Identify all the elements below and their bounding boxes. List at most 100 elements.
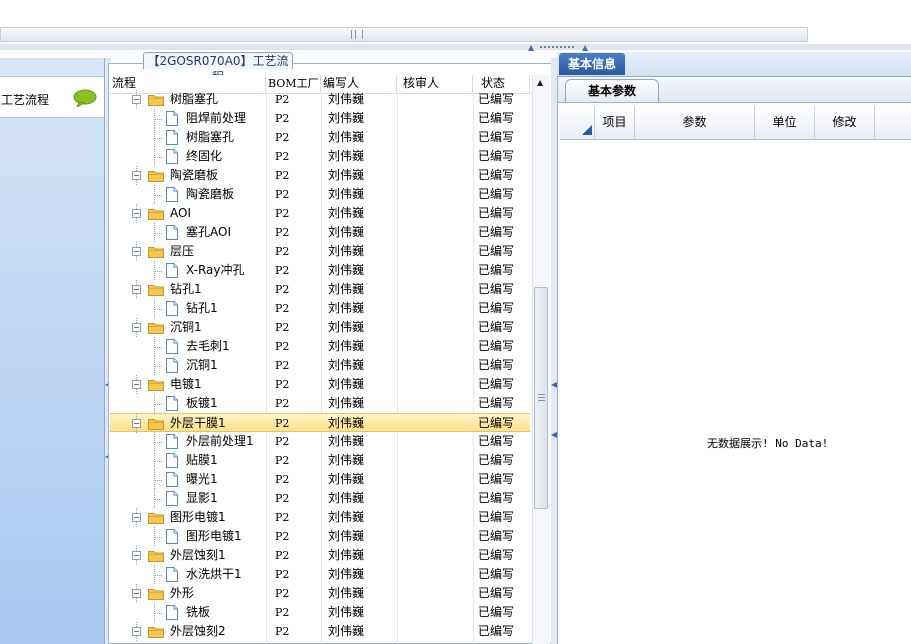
bom-factory: P2 bbox=[275, 435, 290, 448]
document-icon bbox=[166, 130, 178, 145]
collapse-node-icon[interactable]: − bbox=[132, 513, 141, 522]
tree-node-folder[interactable]: − 外层蚀刻2 P2 刘伟巍 已编写 bbox=[110, 622, 530, 641]
collapse-node-icon[interactable]: − bbox=[132, 627, 141, 636]
status-text: 已编写 bbox=[478, 358, 515, 372]
tree-node-folder[interactable]: − 层压 P2 刘伟巍 已编写 bbox=[110, 242, 530, 261]
tab-basic-info[interactable]: 基本信息 bbox=[559, 53, 625, 75]
folder-icon bbox=[148, 95, 164, 106]
writer-name: 刘伟巍 bbox=[328, 358, 365, 372]
tree-node-step[interactable]: 沉铜1 P2 刘伟巍 已编写 bbox=[110, 356, 530, 375]
step-name: 树脂塞孔 bbox=[186, 130, 235, 144]
tree-node-folder[interactable]: − 钻孔1 P2 刘伟巍 已编写 bbox=[110, 280, 530, 299]
folder-icon bbox=[148, 419, 164, 430]
tree-connector bbox=[154, 499, 162, 500]
writer-name: 刘伟巍 bbox=[328, 453, 365, 467]
status-text: 已编写 bbox=[478, 320, 515, 334]
tree-connector bbox=[154, 366, 162, 367]
grid-column-unit[interactable]: 单位 bbox=[755, 106, 815, 139]
tree-node-step[interactable]: 板镀1 P2 刘伟巍 已编写 bbox=[110, 394, 530, 413]
collapse-node-icon[interactable]: − bbox=[132, 209, 141, 218]
top-splitter[interactable]: ▲ ▲ bbox=[0, 44, 911, 52]
status-text: 已编写 bbox=[478, 92, 515, 106]
step-name: 终固化 bbox=[186, 149, 223, 163]
bom-factory: P2 bbox=[275, 530, 290, 543]
tree-node-step[interactable]: 曝光1 P2 刘伟巍 已编写 bbox=[110, 470, 530, 489]
document-icon bbox=[166, 529, 178, 544]
step-name: X-Ray冲孔 bbox=[186, 263, 245, 277]
step-name: 图形电镀1 bbox=[186, 529, 242, 543]
tree-node-step[interactable]: 贴膜1 P2 刘伟巍 已编写 bbox=[110, 451, 530, 470]
tree-node-folder[interactable]: − 树脂塞孔 P2 刘伟巍 已编写 bbox=[110, 90, 530, 109]
grid-column-param[interactable]: 参数 bbox=[635, 106, 755, 139]
writer-name: 刘伟巍 bbox=[328, 111, 365, 125]
tree-connector bbox=[154, 157, 162, 158]
scrollbar-thumb[interactable] bbox=[534, 287, 548, 509]
document-icon bbox=[166, 149, 178, 164]
writer-name: 刘伟巍 bbox=[328, 434, 365, 448]
tree-node-step[interactable]: 去毛刺1 P2 刘伟巍 已编写 bbox=[110, 337, 530, 356]
tree-node-folder[interactable]: − AOI P2 刘伟巍 已编写 bbox=[110, 204, 530, 223]
tree-connector bbox=[154, 575, 162, 576]
scroll-up-icon[interactable]: ▲ bbox=[537, 78, 543, 87]
collapse-up-icon[interactable]: ▲ bbox=[582, 44, 588, 52]
tree-node-step[interactable]: 水洗烘干1 P2 刘伟巍 已编写 bbox=[110, 565, 530, 584]
params-grid-header: 项目 参数 单位 修改 bbox=[560, 106, 911, 140]
writer-name: 刘伟巍 bbox=[328, 320, 365, 334]
status-text: 已编写 bbox=[478, 206, 515, 220]
bom-factory: P2 bbox=[275, 283, 290, 296]
corner-triangle-icon bbox=[582, 125, 592, 135]
collapse-node-icon[interactable]: − bbox=[132, 419, 141, 428]
writer-name: 刘伟巍 bbox=[328, 282, 365, 296]
collapse-node-icon[interactable]: − bbox=[132, 551, 141, 560]
document-icon bbox=[166, 358, 178, 373]
tree-node-step[interactable]: 钻孔1 P2 刘伟巍 已编写 bbox=[110, 299, 530, 318]
writer-name: 刘伟巍 bbox=[328, 416, 365, 430]
status-text: 已编写 bbox=[478, 510, 515, 524]
tree-node-step[interactable]: 陶瓷磨板 P2 刘伟巍 已编写 bbox=[110, 185, 530, 204]
tree-node-folder[interactable]: − 陶瓷磨板 P2 刘伟巍 已编写 bbox=[110, 166, 530, 185]
tab-basic-params[interactable]: 基本参数 bbox=[565, 79, 659, 102]
collapse-node-icon[interactable]: − bbox=[132, 589, 141, 598]
status-text: 已编写 bbox=[478, 282, 515, 296]
tree-node-step[interactable]: 阻焊前处理 P2 刘伟巍 已编写 bbox=[110, 109, 530, 128]
scrollbar-grip-icon[interactable] bbox=[351, 30, 363, 39]
collapse-up-icon[interactable]: ▲ bbox=[528, 44, 534, 52]
collapse-node-icon[interactable]: − bbox=[132, 285, 141, 294]
horizontal-scrollbar[interactable] bbox=[0, 27, 808, 42]
collapse-node-icon[interactable]: − bbox=[132, 380, 141, 389]
collapse-node-icon[interactable]: − bbox=[132, 95, 141, 104]
tree-node-folder[interactable]: − 外形 P2 刘伟巍 已编写 bbox=[110, 584, 530, 603]
status-text: 已编写 bbox=[478, 149, 515, 163]
tree-node-step[interactable]: 塞孔AOI P2 刘伟巍 已编写 bbox=[110, 223, 530, 242]
bom-factory: P2 bbox=[275, 587, 290, 600]
tree-node-step[interactable]: 显影1 P2 刘伟巍 已编写 bbox=[110, 489, 530, 508]
chat-bubble-icon[interactable] bbox=[73, 89, 97, 107]
tree-node-step[interactable]: 图形电镀1 P2 刘伟巍 已编写 bbox=[110, 527, 530, 546]
collapse-node-icon[interactable]: − bbox=[132, 247, 141, 256]
tree-node-step[interactable]: 树脂塞孔 P2 刘伟巍 已编写 bbox=[110, 128, 530, 147]
folder-icon bbox=[148, 627, 164, 638]
tree-vertical-scrollbar[interactable]: ▲ bbox=[532, 75, 550, 644]
tree-node-folder[interactable]: − 外层蚀刻1 P2 刘伟巍 已编写 bbox=[110, 546, 530, 565]
tree-node-step[interactable]: 外层前处理1 P2 刘伟巍 已编写 bbox=[110, 432, 530, 451]
bom-factory: P2 bbox=[275, 359, 290, 372]
tree-node-step[interactable]: 终固化 P2 刘伟巍 已编写 bbox=[110, 147, 530, 166]
splitter-grip-icon[interactable] bbox=[540, 46, 574, 50]
document-icon bbox=[166, 225, 178, 240]
tree-node-folder[interactable]: − 沉铜1 P2 刘伟巍 已编写 bbox=[110, 318, 530, 337]
folder-icon bbox=[148, 323, 164, 334]
tree-node-step[interactable]: 铣板 P2 刘伟巍 已编写 bbox=[110, 603, 530, 622]
tree-node-folder[interactable]: − 电镀1 P2 刘伟巍 已编写 bbox=[110, 375, 530, 394]
grid-corner[interactable] bbox=[560, 106, 595, 139]
bom-factory: P2 bbox=[275, 131, 290, 144]
tree-node-folder[interactable]: − 外层干膜1 P2 刘伟巍 已编写 bbox=[110, 413, 530, 433]
grid-column-item[interactable]: 项目 bbox=[595, 106, 635, 139]
collapse-node-icon[interactable]: − bbox=[132, 323, 141, 332]
status-text: 已编写 bbox=[478, 453, 515, 467]
tree-node-folder[interactable]: − 图形电镀1 P2 刘伟巍 已编写 bbox=[110, 508, 530, 527]
tree-panel-title: 【2GOSR070A0】工艺流程 bbox=[143, 52, 293, 84]
tree-node-step[interactable]: X-Ray冲孔 P2 刘伟巍 已编写 bbox=[110, 261, 530, 280]
step-name: 贴膜1 bbox=[186, 453, 218, 467]
grid-column-modify[interactable]: 修改 bbox=[815, 106, 875, 139]
collapse-node-icon[interactable]: − bbox=[132, 171, 141, 180]
